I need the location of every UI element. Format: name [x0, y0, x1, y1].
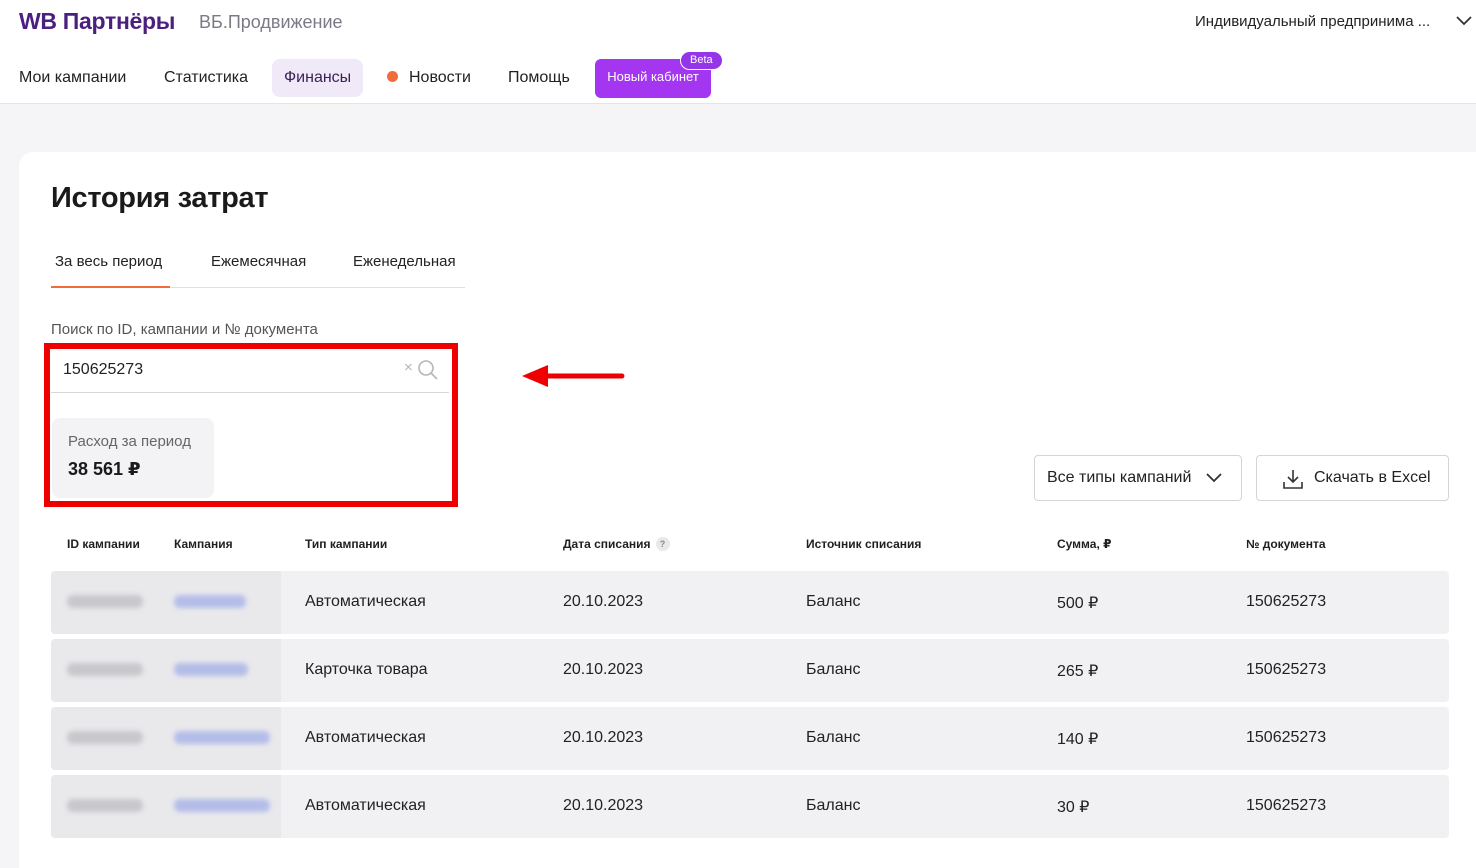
- cell-date: 20.10.2023: [563, 729, 644, 746]
- cell-document: 150625273: [1246, 593, 1327, 610]
- beta-badge: Beta: [680, 51, 723, 70]
- nav-statistics[interactable]: Статистика: [164, 59, 248, 97]
- cell-type: Карточка товара: [305, 661, 428, 678]
- column-header-amount: Сумма, ₽: [1057, 537, 1112, 551]
- table-row: Автоматическая 20.10.2023 Баланс 140 ₽ 1…: [51, 707, 1449, 770]
- table-row: Автоматическая 20.10.2023 Баланс 500 ₽ 1…: [51, 571, 1449, 634]
- tab-weekly[interactable]: Еженедельная: [353, 253, 456, 270]
- cell-type: Автоматическая: [305, 797, 426, 814]
- cell-date: 20.10.2023: [563, 797, 644, 814]
- cell-document: 150625273: [1246, 729, 1327, 746]
- campaign-type-select[interactable]: Все типы кампаний: [1034, 455, 1242, 501]
- redacted-campaign-link[interactable]: [174, 663, 248, 676]
- cell-source: Баланс: [806, 797, 861, 814]
- page-title: История затрат: [51, 182, 269, 214]
- cell-type: Автоматическая: [305, 593, 426, 610]
- tab-monthly[interactable]: Ежемесячная: [211, 253, 306, 270]
- tab-all-period[interactable]: За весь период: [55, 253, 162, 270]
- cell-document: 150625273: [1246, 661, 1327, 678]
- active-tab-indicator: [51, 286, 170, 288]
- redacted-campaign-id: [67, 595, 143, 608]
- redacted-campaign-link[interactable]: [174, 595, 246, 608]
- nav-finance[interactable]: Финансы: [272, 59, 364, 97]
- column-header-document: № документа: [1246, 537, 1326, 551]
- cell-type: Автоматическая: [305, 729, 426, 746]
- cell-date: 20.10.2023: [563, 593, 644, 610]
- cell-amount: 265 ₽: [1057, 663, 1099, 680]
- news-indicator-dot: [387, 71, 398, 82]
- help-icon[interactable]: ?: [655, 537, 670, 551]
- top-header: WB Партнёры ВБ.Продвижение Индивидуальны…: [0, 0, 1476, 104]
- cell-amount: 30 ₽: [1057, 799, 1090, 816]
- cell-amount: 500 ₽: [1057, 595, 1099, 612]
- nav-news[interactable]: Новости: [387, 59, 471, 97]
- cell-date: 20.10.2023: [563, 661, 644, 678]
- column-header-type: Тип кампании: [305, 537, 388, 551]
- download-excel-label: Скачать в Excel: [1314, 469, 1431, 486]
- nav-my-campaigns[interactable]: Мои кампании: [19, 59, 126, 97]
- redacted-campaign-link[interactable]: [174, 731, 270, 744]
- cell-source: Баланс: [806, 593, 861, 610]
- account-name[interactable]: Индивидуальный предпринима ...: [1195, 13, 1430, 30]
- table-row: Автоматическая 20.10.2023 Баланс 30 ₽ 15…: [51, 775, 1449, 838]
- download-icon: [1283, 470, 1303, 489]
- table-row: Карточка товара 20.10.2023 Баланс 265 ₽ …: [51, 639, 1449, 702]
- redacted-campaign-id: [67, 731, 143, 744]
- cell-source: Баланс: [806, 661, 861, 678]
- chevron-down-icon[interactable]: [1455, 14, 1473, 28]
- app-logo[interactable]: WB Партнёры: [19, 8, 175, 35]
- column-header-date-label: Дата списания: [563, 537, 651, 551]
- column-header-id: ID кампании: [67, 537, 140, 551]
- app-subtitle: ВБ.Продвижение: [199, 12, 343, 32]
- redacted-campaign-id: [67, 663, 143, 676]
- redacted-campaign-link[interactable]: [174, 799, 270, 812]
- annotation-arrow-icon: [522, 365, 625, 387]
- column-header-date: Дата списания?: [563, 537, 670, 551]
- column-header-source: Источник списания: [806, 537, 922, 551]
- chevron-down-icon: [1206, 473, 1222, 483]
- nav-news-label: Новости: [409, 69, 471, 86]
- cell-document: 150625273: [1246, 797, 1327, 814]
- cell-source: Баланс: [806, 729, 861, 746]
- download-excel-button[interactable]: Скачать в Excel: [1256, 455, 1449, 501]
- nav-help[interactable]: Помощь: [508, 59, 570, 97]
- campaign-type-select-label: Все типы кампаний: [1047, 469, 1192, 486]
- search-label: Поиск по ID, кампании и № документа: [51, 321, 318, 338]
- redacted-campaign-id: [67, 799, 143, 812]
- cell-amount: 140 ₽: [1057, 731, 1099, 748]
- annotation-highlight-box: [44, 343, 458, 507]
- column-header-campaign: Кампания: [174, 537, 233, 551]
